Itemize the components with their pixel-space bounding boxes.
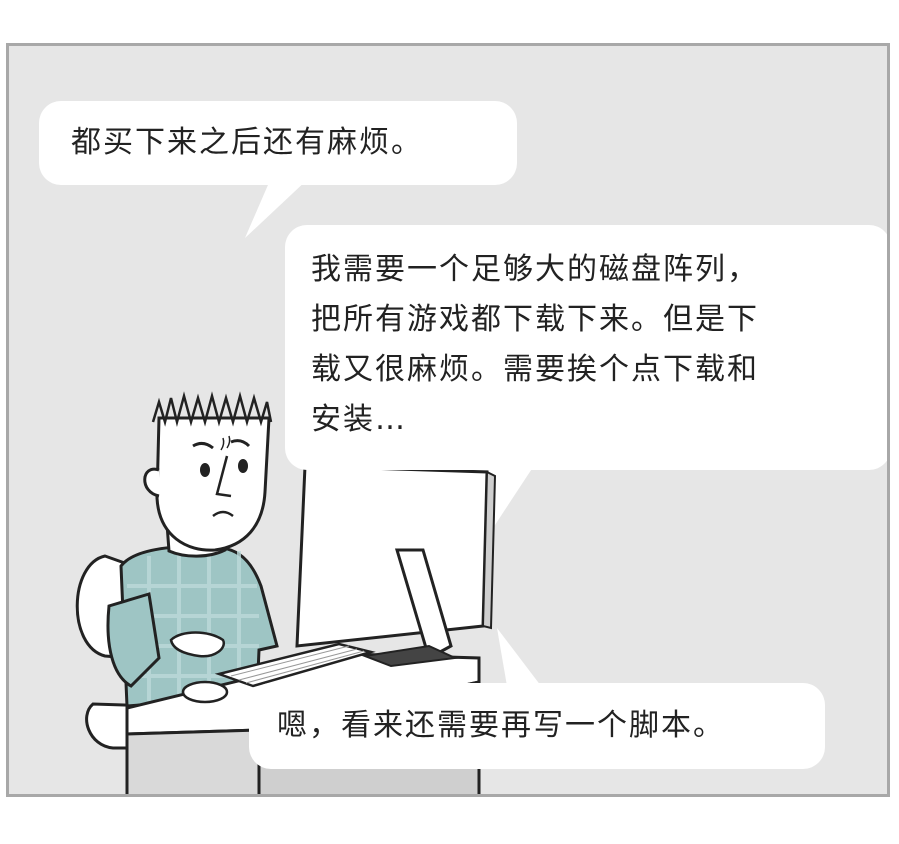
speech-bubble-2: 我需要一个足够大的磁盘阵列， 把所有游戏都下载下来。但是下 载又很麻烦。需要挨个… [285,225,887,470]
comic-panel: 都买下来之后还有麻烦。 我需要一个足够大的磁盘阵列， 把所有游戏都下载下来。但是… [6,43,890,797]
person [106,391,279,708]
mouse [181,680,229,704]
bubble-tail-3 [497,628,541,686]
speech-bubble-1: 都买下来之后还有麻烦。 [39,101,517,185]
speech-bubble-3: 嗯，看来还需要再写一个脚本。 [249,683,825,769]
monitor [295,464,497,668]
